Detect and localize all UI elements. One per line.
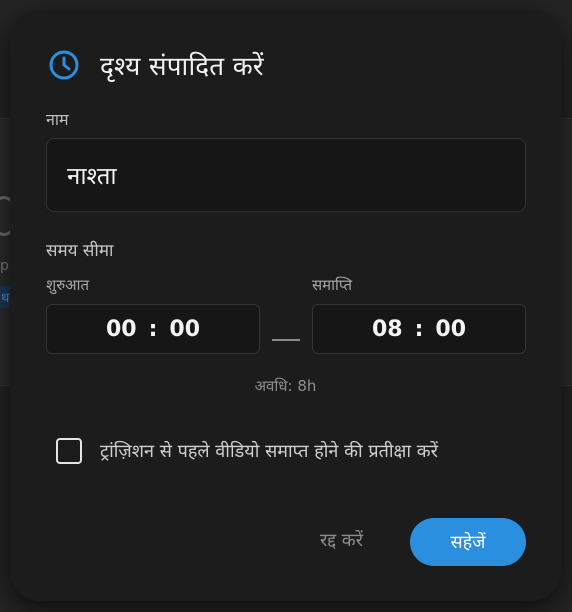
end-hours[interactable]: 08 (372, 317, 403, 342)
save-button[interactable]: सहेजें (410, 518, 526, 566)
end-minutes[interactable]: 00 (435, 317, 466, 342)
start-hours[interactable]: 00 (106, 317, 137, 342)
background-tag: थ (0, 286, 11, 308)
wait-video-checkbox[interactable] (56, 438, 82, 464)
name-label: नाम (46, 110, 69, 129)
start-time-input[interactable]: 00 : 00 (46, 304, 260, 354)
dialog-title: दृश्य संपादित करें (100, 52, 264, 82)
name-input-value: नाश्ता (67, 161, 117, 190)
wait-video-label[interactable]: ट्रांज़िशन से पहले वीडियो समाप्त होने की… (100, 439, 438, 463)
dialog-header: दृश्य संपादित करें (48, 47, 264, 83)
end-time-input[interactable]: 08 : 00 (312, 304, 526, 354)
time-separator: : (414, 316, 424, 342)
time-separator: : (148, 316, 158, 342)
range-dash (272, 339, 300, 341)
clock-icon (48, 49, 80, 81)
end-label: समाप्ति (312, 276, 353, 294)
time-range-label: समय सीमा (46, 241, 114, 261)
name-input[interactable]: नाश्ता (46, 138, 526, 212)
cancel-button[interactable]: रद्द करें (316, 528, 367, 552)
duration-text: अवधि: 8h (254, 377, 317, 395)
background-text: p (0, 258, 9, 274)
start-minutes[interactable]: 00 (169, 317, 200, 342)
wait-video-option[interactable]: ट्रांज़िशन से पहले वीडियो समाप्त होने की… (56, 438, 438, 464)
start-label: शुरुआत (46, 276, 90, 294)
edit-scene-dialog: दृश्य संपादित करें नाम नाश्ता समय सीमा श… (10, 10, 561, 601)
